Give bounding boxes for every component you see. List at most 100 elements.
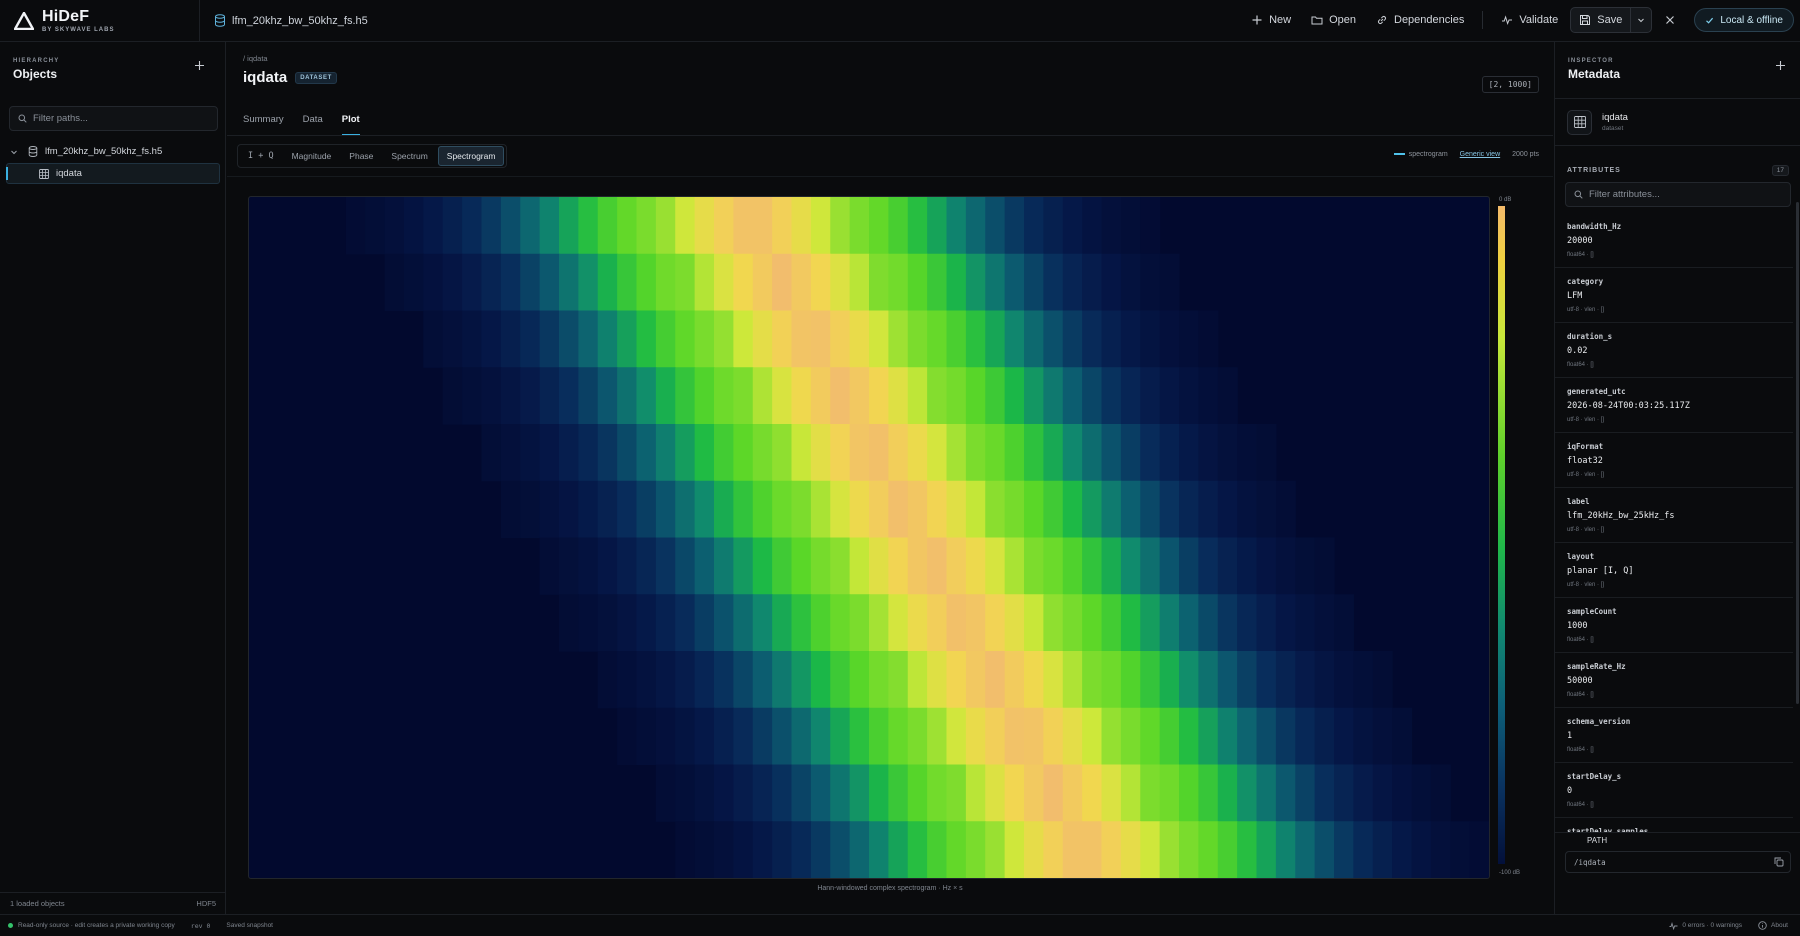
add-object-icon[interactable] xyxy=(194,60,205,71)
brand[interactable]: HiDeF BY SKYWAVE LABS xyxy=(0,0,200,42)
attribute-search-input[interactable] xyxy=(1589,189,1759,200)
attribute-scrollbar[interactable] xyxy=(1796,202,1799,704)
attribute-search[interactable] xyxy=(1565,182,1791,207)
generic-view-link[interactable]: Generic view xyxy=(1460,151,1500,158)
save-options-button[interactable] xyxy=(1630,8,1651,32)
about-link[interactable]: About xyxy=(1758,921,1788,930)
attribute-value[interactable]: 0 xyxy=(1567,786,1781,796)
attribute-row[interactable]: startDelay_s 0 float64 · [] xyxy=(1555,763,1793,818)
heatmap-cell xyxy=(1314,537,1335,595)
attribute-row[interactable]: iqFormat float32 utf-8 · vlen · [] xyxy=(1555,433,1793,488)
attribute-row[interactable]: sampleCount 1000 float64 · [] xyxy=(1555,598,1793,653)
attribute-row[interactable]: duration_s 0.02 float64 · [] xyxy=(1555,323,1793,378)
copy-icon[interactable] xyxy=(1774,857,1784,867)
mode-phase[interactable]: Phase xyxy=(341,147,381,165)
heatmap-cell xyxy=(965,764,986,822)
attribute-row[interactable]: category LFM utf-8 · vlen · [] xyxy=(1555,268,1793,323)
heatmap-cell xyxy=(1043,651,1064,709)
mode-spectrogram[interactable]: Spectrogram xyxy=(437,146,505,166)
attribute-key: sampleRate_Hz xyxy=(1567,662,1626,671)
attribute-row[interactable]: generated_utc 2026-08-24T00:03:25.117Z utf… xyxy=(1555,378,1793,433)
path-search[interactable] xyxy=(9,106,218,131)
heatmap-cell xyxy=(810,764,831,822)
attribute-value[interactable]: 20000 xyxy=(1567,236,1781,246)
heatmap-cell xyxy=(1198,537,1219,595)
heatmap-cell xyxy=(849,651,870,709)
heatmap-cell xyxy=(1217,707,1238,766)
heatmap-cell xyxy=(1101,707,1122,766)
heatmap-cell xyxy=(1256,707,1277,766)
heatmap-cell xyxy=(1101,197,1122,255)
heatmap-cell xyxy=(1314,707,1335,766)
tab-summary[interactable]: Summary xyxy=(243,112,284,136)
add-attribute-icon[interactable] xyxy=(1775,60,1786,71)
heatmap-cell xyxy=(1120,424,1141,482)
mode-spectrum[interactable]: Spectrum xyxy=(383,147,435,165)
tree-item-iqdata[interactable]: iqdata xyxy=(6,163,220,184)
open-button[interactable]: Open xyxy=(1303,7,1364,33)
attribute-row[interactable]: sampleRate_Hz 50000 float64 · [] xyxy=(1555,653,1793,708)
mode-iq[interactable]: I + Q xyxy=(240,147,282,165)
offline-status-pill[interactable]: Local & offline xyxy=(1694,8,1794,32)
heatmap-cell xyxy=(675,821,696,878)
tab-plot[interactable]: Plot xyxy=(341,112,360,136)
chevron-down-icon[interactable] xyxy=(10,148,18,156)
heatmap-cell xyxy=(481,197,502,255)
mode-magnitude[interactable]: Magnitude xyxy=(284,147,340,165)
close-file-button[interactable] xyxy=(1656,7,1684,33)
heatmap-cell xyxy=(1256,764,1277,822)
breadcrumb[interactable]: / iqdata xyxy=(243,54,268,63)
heatmap-cell xyxy=(442,367,463,425)
heatmap-cell xyxy=(559,367,579,425)
chevron-down-icon xyxy=(1638,18,1645,23)
attribute-value[interactable]: 1000 xyxy=(1567,621,1781,631)
dependencies-button[interactable]: Dependencies xyxy=(1368,7,1472,33)
attribute-value[interactable]: 50000 xyxy=(1567,676,1781,686)
attribute-value[interactable]: 0.02 xyxy=(1567,346,1781,356)
path-search-input[interactable] xyxy=(33,113,203,124)
validation-summary[interactable]: 0 errors · 0 warnings xyxy=(1669,921,1742,930)
file-format: HDF5 xyxy=(196,899,216,908)
heatmap-cell xyxy=(694,253,715,312)
attribute-row[interactable]: layout planar [I, Q] utf-8 · vlen · [] xyxy=(1555,543,1793,598)
path-field[interactable]: /iqdata xyxy=(1565,851,1791,873)
heatmap-cell xyxy=(655,594,676,652)
attribute-row[interactable]: label lfm_20kHz_bw_25kHz_fs utf-8 · vlen ·… xyxy=(1555,488,1793,543)
spectrogram-plot[interactable] xyxy=(248,196,1490,879)
file-tab[interactable]: lfm_20khz_bw_50khz_fs.h5 xyxy=(214,14,368,27)
heatmap-cell xyxy=(1334,651,1354,709)
attribute-value[interactable]: LFM xyxy=(1567,291,1781,301)
tab-data[interactable]: Data xyxy=(303,112,323,136)
heatmap-cell xyxy=(675,480,696,539)
attribute-row[interactable]: bandwidth_Hz 20000 float64 · [] xyxy=(1555,213,1793,268)
attribute-row[interactable]: schema_version 1 float64 · [] xyxy=(1555,708,1793,763)
heatmap-cell xyxy=(772,764,793,822)
heatmap-cell xyxy=(694,197,715,255)
attribute-value[interactable]: 2026-08-24T00:03:25.117Z xyxy=(1567,401,1781,411)
tree-item-file[interactable]: lfm_20khz_bw_50khz_fs.h5 xyxy=(6,141,220,162)
heatmap-cell xyxy=(733,821,754,878)
heatmap-cell xyxy=(965,480,986,539)
attribute-value[interactable]: float32 xyxy=(1567,456,1781,466)
heatmap-cell xyxy=(500,480,521,539)
heatmap-cell xyxy=(617,253,638,312)
top-bar: HiDeF BY SKYWAVE LABS lfm_20khz_bw_50khz… xyxy=(0,0,1800,42)
inspector-title: Metadata xyxy=(1568,67,1621,81)
save-button[interactable]: Save xyxy=(1571,8,1630,32)
heatmap-cell xyxy=(345,197,366,255)
heatmap-cell xyxy=(423,197,444,255)
attribute-value[interactable]: 1 xyxy=(1567,731,1781,741)
attribute-value[interactable]: planar [I, Q] xyxy=(1567,566,1781,576)
new-button[interactable]: New xyxy=(1243,7,1299,33)
attribute-value[interactable]: lfm_20kHz_bw_25kHz_fs xyxy=(1567,511,1781,521)
heatmap-cell xyxy=(752,594,773,652)
database-icon xyxy=(28,146,38,157)
heatmap-cell xyxy=(1024,480,1044,539)
heatmap-cell xyxy=(965,424,986,482)
heatmap-cell xyxy=(985,651,1006,709)
heatmap-cell xyxy=(481,424,502,482)
heatmap-cell xyxy=(985,424,1006,482)
heatmap-cell xyxy=(946,310,967,368)
heatmap-cell xyxy=(714,537,734,595)
validate-button[interactable]: Validate xyxy=(1493,7,1566,33)
